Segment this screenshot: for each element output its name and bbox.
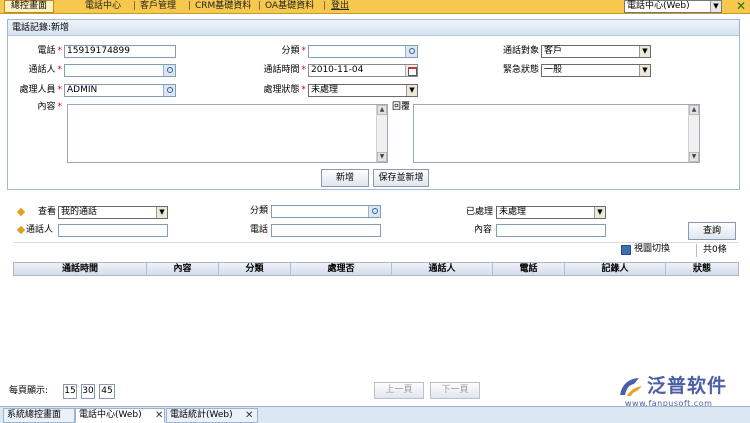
lookup-icon[interactable]: [163, 85, 175, 96]
call-time-input[interactable]: 2010-11-04: [308, 64, 418, 77]
logo-brand: 泛普软件: [647, 375, 728, 397]
tab-phone-stats[interactable]: 電話統計(Web) ✕: [166, 408, 258, 423]
scroll-down-icon[interactable]: ▼: [377, 152, 387, 162]
search-caller-input[interactable]: [58, 224, 168, 237]
content-label: 內容 *: [37, 102, 62, 112]
col-call-time[interactable]: 通話時間: [14, 263, 147, 275]
save-and-add-button[interactable]: 保存並新增: [373, 169, 429, 187]
col-recorder[interactable]: 記錄人: [565, 263, 666, 275]
page-size-45[interactable]: 45: [99, 384, 115, 399]
scroll-up-icon[interactable]: ▲: [377, 105, 387, 115]
call-target-select[interactable]: 客戶 ▼: [541, 45, 651, 58]
tab-phone-center[interactable]: 電話中心(Web) ✕: [75, 408, 165, 423]
nav-separator: |: [258, 1, 262, 11]
call-time-label: 通話時間 *: [263, 65, 306, 75]
chevron-down-icon: ▼: [156, 207, 167, 218]
module-select-value: 電話中心(Web): [627, 1, 690, 11]
phone-label: 電話 *: [37, 46, 62, 56]
status-select[interactable]: 未處理 ▼: [308, 84, 418, 97]
query-button[interactable]: 查詢: [688, 222, 736, 240]
nav-phone-center[interactable]: 電話中心: [85, 1, 121, 12]
content-textarea[interactable]: ▲ ▼: [67, 104, 388, 163]
module-select[interactable]: 電話中心(Web) ▼: [624, 0, 722, 13]
search-category-label: 分類: [249, 206, 268, 216]
search-content-label: 內容: [473, 225, 492, 235]
view-switch-icon: [621, 245, 631, 255]
caller-input[interactable]: [64, 64, 176, 77]
tab-system-dashboard[interactable]: 系統總控畫面: [3, 408, 75, 423]
reply-textarea[interactable]: ▲ ▼: [413, 104, 700, 163]
nav-customer-mgmt[interactable]: 客戶管理: [140, 1, 176, 12]
record-count: 共0條: [703, 245, 727, 255]
logo-mark-icon: [620, 378, 642, 396]
calendar-icon[interactable]: [405, 65, 417, 76]
view-select[interactable]: 我的通話 ▼: [58, 206, 168, 219]
prev-page-button[interactable]: 上一頁: [374, 382, 424, 399]
nav-separator: |: [323, 1, 327, 11]
close-tab-icon[interactable]: ✕: [245, 409, 253, 422]
processed-label: 已處理: [465, 207, 493, 217]
search-phone-input[interactable]: [271, 224, 381, 237]
nav-oa-basic[interactable]: OA基礎資料: [265, 1, 314, 12]
scroll-down-icon[interactable]: ▼: [689, 152, 699, 162]
reply-label: 回覆: [391, 102, 410, 112]
nav-crm-basic[interactable]: CRM基礎資料: [195, 1, 251, 12]
close-tab-icon[interactable]: ✕: [155, 409, 163, 422]
lookup-icon[interactable]: [368, 206, 380, 217]
search-phone-label: 電話: [249, 225, 268, 235]
page-size-30[interactable]: 30: [81, 384, 95, 399]
close-icon[interactable]: ✕: [736, 0, 746, 13]
handler-input[interactable]: ADMIN: [64, 84, 176, 97]
per-page-label: 每頁顯示:: [9, 386, 49, 396]
scrollbar[interactable]: ▲ ▼: [376, 105, 387, 162]
col-phone[interactable]: 電話: [493, 263, 565, 275]
bullet-icon: [16, 225, 26, 235]
lookup-icon[interactable]: [405, 46, 417, 57]
next-page-button[interactable]: 下一頁: [430, 382, 480, 399]
scroll-up-icon[interactable]: ▲: [689, 105, 699, 115]
results-grid-header: 通話時間 內容 分類 處理否 通話人 電話 記錄人 狀態: [13, 262, 739, 276]
urgency-label: 緊急狀態: [502, 65, 539, 75]
search-content-input[interactable]: [496, 224, 606, 237]
page-size-15[interactable]: 15: [63, 384, 77, 399]
phone-input[interactable]: 15919174899: [64, 45, 176, 58]
search-caller-label: 通話人: [26, 225, 54, 235]
call-target-label: 通話對象: [502, 46, 539, 56]
caller-label: 通話人 *: [28, 65, 62, 75]
category-input[interactable]: [308, 45, 418, 58]
col-caller[interactable]: 通話人: [392, 263, 493, 275]
nav-logout[interactable]: 登出: [331, 1, 349, 12]
handler-label: 處理人員 *: [19, 85, 62, 95]
col-content[interactable]: 內容: [147, 263, 219, 275]
lookup-icon[interactable]: [163, 65, 175, 76]
nav-dashboard[interactable]: 總控畫面: [4, 0, 55, 13]
urgency-select[interactable]: 一般 ▼: [541, 64, 651, 77]
col-processed[interactable]: 處理否: [291, 263, 392, 275]
col-status[interactable]: 狀態: [666, 263, 738, 275]
top-nav: 總控畫面 電話中心 | 客戶管理 | CRM基礎資料 | OA基礎資料 | 登出…: [0, 0, 750, 14]
chevron-down-icon: ▼: [594, 207, 605, 218]
view-switch-button[interactable]: 視圖切換: [634, 243, 670, 256]
chevron-down-icon: ▼: [639, 65, 650, 76]
scrollbar[interactable]: ▲ ▼: [688, 105, 699, 162]
form-title: 電話記錄:新增: [8, 20, 739, 36]
view-label: 查看: [37, 207, 56, 217]
nav-separator: |: [133, 1, 137, 11]
chevron-down-icon: ▼: [710, 1, 721, 12]
category-label: 分類 *: [281, 46, 306, 56]
chevron-down-icon: ▼: [406, 85, 417, 96]
chevron-down-icon: ▼: [639, 46, 650, 57]
search-category-input[interactable]: [271, 205, 381, 218]
add-button[interactable]: 新增: [321, 169, 369, 187]
bullet-icon: [16, 207, 26, 217]
status-label: 處理狀態 *: [263, 85, 306, 95]
nav-separator: |: [188, 1, 192, 11]
col-category[interactable]: 分類: [219, 263, 291, 275]
processed-select[interactable]: 未處理 ▼: [496, 206, 606, 219]
toolbar-divider: [696, 244, 697, 257]
window-tab-bar: 系統總控畫面 電話中心(Web) ✕ 電話統計(Web) ✕: [0, 406, 750, 423]
